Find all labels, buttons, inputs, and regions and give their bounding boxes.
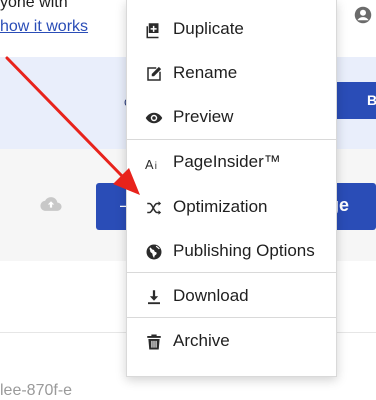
menu-item-label: Archive [173,331,230,350]
duplicate-icon [146,23,159,39]
menu-item-publishing-options[interactable]: Publishing Options [127,230,336,274]
banner-button[interactable]: B [334,82,376,119]
page-id-text: lee-870f-e [0,382,73,399]
menu-divider [127,139,336,140]
menu-item-optimization[interactable]: Optimization [127,186,336,230]
eye-icon [145,112,163,124]
menu-item-label: Rename [173,63,238,82]
menu-item-label: Duplicate [173,19,244,38]
header-text: yone with [0,0,68,11]
menu-item-label: Optimization [173,197,268,216]
menu-item-label: PageInsider™ [173,152,281,171]
download-icon [148,290,160,305]
menu-item-rename[interactable]: Rename [127,52,336,96]
svg-text:i: i [155,161,157,172]
menu-item-preview[interactable]: Preview [127,96,336,140]
globe-icon [146,244,162,260]
menu-item-label: Preview [173,107,234,126]
svg-text:A: A [145,157,154,172]
ai-text-icon: A i [145,157,157,172]
menu-item-download[interactable]: Download [127,275,336,319]
menu-item-archive[interactable]: Archive [127,320,336,364]
how-it-works-link[interactable]: how it works [0,18,88,36]
shuffle-icon [147,201,162,215]
context-menu: Duplicate Rename Preview A i PageInsider… [126,0,337,377]
menu-item-duplicate[interactable]: Duplicate [127,8,336,52]
rename-icon [147,66,162,81]
cloud-upload-icon[interactable] [40,196,62,212]
user-account-icon[interactable] [354,6,372,24]
menu-item-pageinsider[interactable]: A i PageInsider™ [127,141,336,185]
banner-button-label: B [367,92,376,108]
menu-divider [127,317,336,318]
menu-item-label: Download [173,286,249,305]
menu-divider [127,272,336,273]
menu-item-label: Publishing Options [173,241,315,260]
trash-icon [147,334,161,350]
